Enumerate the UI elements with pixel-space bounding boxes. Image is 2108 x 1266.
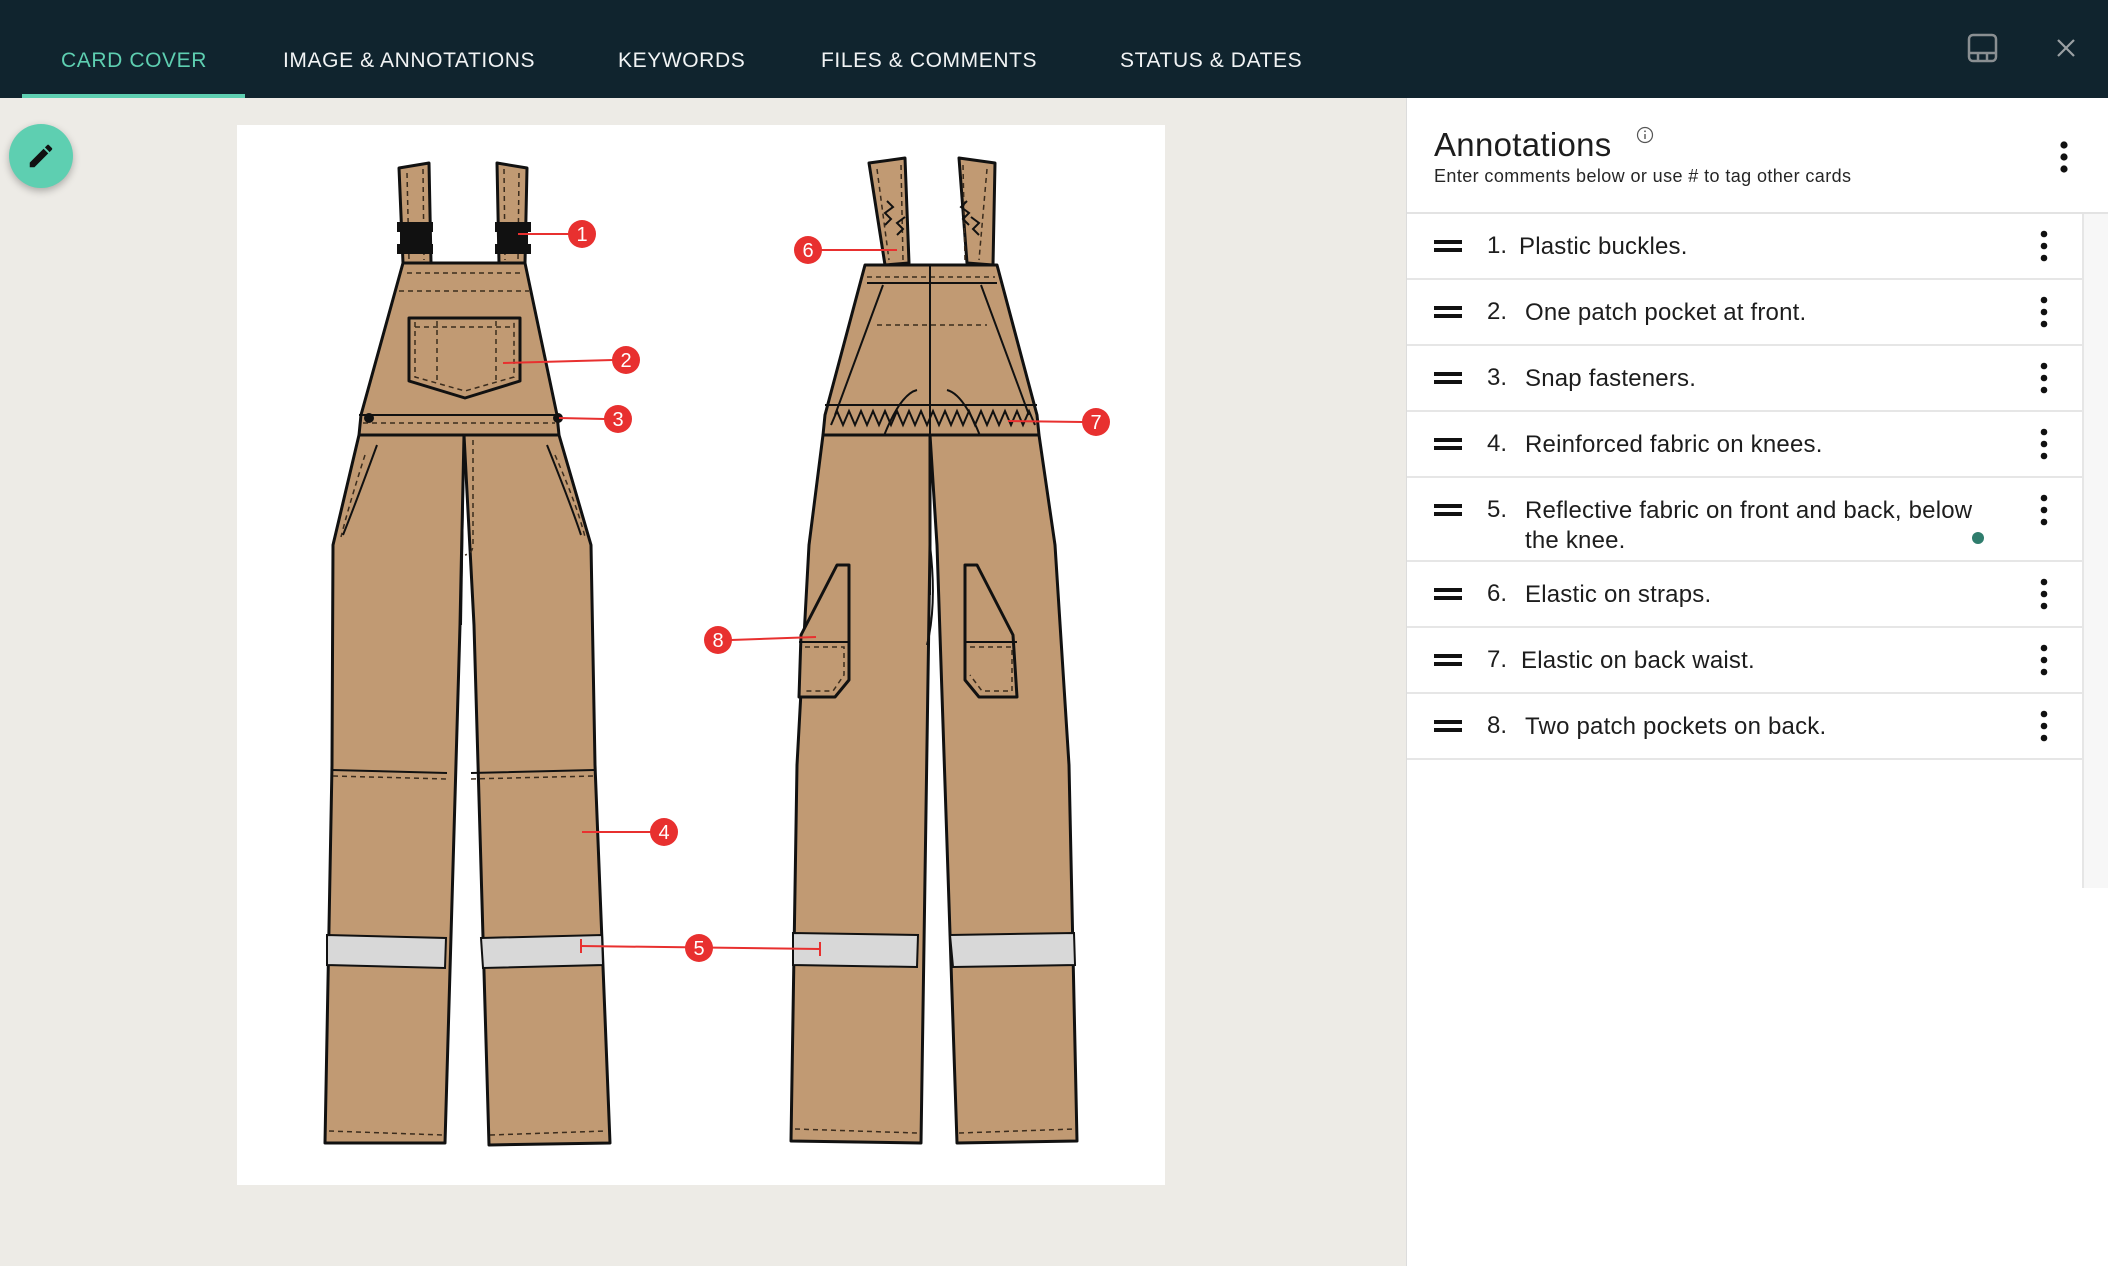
- annotation-text[interactable]: Two patch pockets on back.: [1525, 712, 1985, 742]
- overalls-technical-drawing: .g { fill: #c19a73; stroke: #111; stroke…: [323, 156, 1110, 1147]
- annotation-row-8[interactable]: 8. Two patch pockets on back.: [1407, 694, 2082, 760]
- annotation-row-3[interactable]: 3. Snap fasteners.: [1407, 346, 2082, 412]
- annotation-text[interactable]: Elastic on back waist.: [1521, 646, 1981, 676]
- callout-marker-8[interactable]: 8: [704, 626, 732, 654]
- callout-marker-1[interactable]: 1: [568, 220, 596, 248]
- drag-handle-icon[interactable]: [1434, 654, 1462, 666]
- more-vertical-icon[interactable]: [2039, 644, 2049, 676]
- panel-more-menu-icon[interactable]: [2057, 140, 2071, 174]
- callout-marker-5[interactable]: 5: [685, 934, 713, 962]
- tab-card-cover[interactable]: CARD COVER: [61, 46, 207, 76]
- drag-handle-icon[interactable]: [1434, 588, 1462, 600]
- more-vertical-icon[interactable]: [2039, 428, 2049, 460]
- drag-handle-icon[interactable]: [1434, 240, 1462, 252]
- drag-handle-icon[interactable]: [1434, 438, 1462, 450]
- front-view: [323, 161, 612, 1147]
- callout-label: 6: [802, 240, 813, 262]
- more-vertical-icon[interactable]: [2039, 710, 2049, 742]
- more-vertical-icon[interactable]: [2039, 494, 2049, 526]
- drag-handle-icon[interactable]: [1434, 720, 1462, 732]
- annotation-row-4[interactable]: 4. Reinforced fabric on knees.: [1407, 412, 2082, 478]
- drag-handle-icon[interactable]: [1434, 504, 1462, 516]
- drag-handle-icon[interactable]: [1434, 306, 1462, 318]
- annotation-row-2[interactable]: 2. One patch pocket at front.: [1407, 280, 2082, 346]
- info-icon[interactable]: [1636, 126, 1654, 144]
- callout-label: 3: [612, 409, 623, 431]
- callout-marker-2[interactable]: 2: [612, 346, 640, 374]
- card-cover-image[interactable]: .g { fill: #c19a73; stroke: #111; stroke…: [237, 125, 1165, 1185]
- annotation-number: 6.: [1487, 580, 1508, 607]
- annotation-text[interactable]: Reflective fabric on front and back, bel…: [1525, 496, 1985, 556]
- annotation-row-7[interactable]: 7. Elastic on back waist.: [1407, 628, 2082, 694]
- edit-button[interactable]: [9, 124, 73, 188]
- annotation-row-6[interactable]: 6. Elastic on straps.: [1407, 562, 2082, 628]
- callout-label: 4: [658, 822, 669, 844]
- annotation-number: 8.: [1487, 712, 1508, 739]
- annotation-number: 5.: [1487, 496, 1508, 523]
- list-scrollbar[interactable]: [2082, 214, 2108, 888]
- drag-handle-icon[interactable]: [1434, 372, 1462, 384]
- callout-label: 7: [1090, 412, 1101, 434]
- callout-marker-3[interactable]: 3: [604, 405, 632, 433]
- tab-status-dates[interactable]: STATUS & DATES: [1120, 46, 1302, 76]
- more-vertical-icon[interactable]: [2039, 362, 2049, 394]
- callout-marker-7[interactable]: 7: [1082, 408, 1110, 436]
- tab-image-annotations[interactable]: IMAGE & ANNOTATIONS: [283, 46, 535, 76]
- tab-keywords[interactable]: KEYWORDS: [618, 46, 745, 76]
- annotation-text[interactable]: Plastic buckles.: [1519, 232, 1979, 262]
- unread-indicator-dot: [1972, 532, 1984, 544]
- tab-files-comments[interactable]: FILES & COMMENTS: [821, 46, 1037, 76]
- annotation-row-1[interactable]: 1. Plastic buckles.: [1407, 214, 2082, 280]
- annotation-text[interactable]: One patch pocket at front.: [1525, 298, 1985, 328]
- annotation-number: 7.: [1487, 646, 1508, 673]
- more-vertical-icon[interactable]: [2039, 578, 2049, 610]
- close-icon[interactable]: [2052, 34, 2080, 62]
- annotation-number: 4.: [1487, 430, 1508, 457]
- more-vertical-icon[interactable]: [2039, 230, 2049, 262]
- annotation-text[interactable]: Elastic on straps.: [1525, 580, 1985, 610]
- annotation-text[interactable]: Snap fasteners.: [1525, 364, 1985, 394]
- callout-marker-4[interactable]: 4: [650, 818, 678, 846]
- annotation-number: 3.: [1487, 364, 1508, 391]
- callout-label: 1: [576, 224, 587, 246]
- callout-label: 2: [620, 350, 631, 372]
- annotation-text[interactable]: Reinforced fabric on knees.: [1525, 430, 1985, 460]
- callout-label: 5: [693, 938, 704, 960]
- panel-subtitle: Enter comments below or use # to tag oth…: [1434, 166, 1852, 186]
- annotation-row-5[interactable]: 5. Reflective fabric on front and back, …: [1407, 478, 2082, 562]
- more-vertical-icon[interactable]: [2039, 296, 2049, 328]
- layout-panel-icon[interactable]: [1967, 33, 1998, 63]
- annotation-number: 1.: [1487, 232, 1508, 259]
- callout-marker-6[interactable]: 6: [794, 236, 822, 264]
- callout-label: 8: [712, 630, 723, 652]
- annotation-number: 2.: [1487, 298, 1508, 325]
- back-view: [789, 156, 1079, 1145]
- annotations-panel: Annotations Enter comments below or use …: [1406, 98, 2108, 1266]
- top-nav-bar: CARD COVER IMAGE & ANNOTATIONS KEYWORDS …: [0, 0, 2108, 98]
- panel-title: Annotations: [1434, 126, 1612, 163]
- pencil-icon: [29, 144, 53, 168]
- annotation-list: 1. Plastic buckles. 2. One patch pocket …: [1407, 214, 2082, 760]
